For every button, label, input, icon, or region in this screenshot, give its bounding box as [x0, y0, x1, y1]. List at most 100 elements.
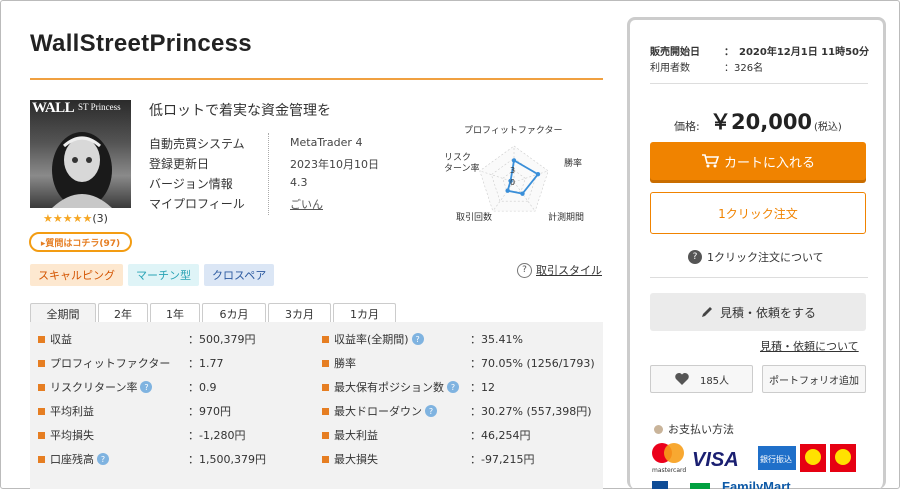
- right-stat-label: 最大ドローダウン?: [322, 403, 437, 419]
- bullet-square: [38, 407, 45, 415]
- stat-label-text: プロフィットファクター: [50, 357, 171, 370]
- help-icon[interactable]: ?: [97, 453, 109, 465]
- price-tax: (税込): [814, 122, 842, 133]
- tag-cross-pair[interactable]: クロスペア: [204, 264, 275, 286]
- left-stat-value: ：0.9: [188, 381, 217, 394]
- bank-transfer-text: 銀行振込: [760, 454, 792, 464]
- right-stat-value: ：35.41%: [470, 333, 523, 346]
- one-click-order-button[interactable]: 1クリック注文: [650, 192, 866, 234]
- question-icon: ?: [688, 250, 702, 264]
- right-stat-label: 収益率(全期間)?: [322, 331, 424, 347]
- mastercard-logo: mastercard: [652, 443, 686, 474]
- users-label: 利用者数: [650, 63, 690, 74]
- radar-axis-label: プロフィットファクター: [464, 125, 562, 136]
- product-tagline: 低ロットで着実な資金管理を: [149, 103, 331, 119]
- bullet-dot: [654, 424, 663, 434]
- radar-axis-label: 勝率: [564, 157, 582, 169]
- right-stat-value: ：-97,215円: [470, 453, 535, 466]
- add-to-cart-label: カートに入れる: [723, 155, 815, 171]
- question-badge[interactable]: ▸質問はコチラ(97): [29, 232, 132, 252]
- radar-point: [535, 172, 541, 177]
- add-to-cart-button[interactable]: カートに入れる: [650, 142, 866, 180]
- right-stat-label: 最大保有ポジション数?: [322, 379, 459, 395]
- help-icon[interactable]: ?: [425, 405, 437, 417]
- right-stat-label: 最大利益: [322, 427, 378, 443]
- stat-label-text: 勝率: [334, 357, 356, 370]
- spec-value-updated: 2023年10月10日: [290, 158, 379, 171]
- radar-point: [505, 188, 510, 193]
- stat-label-text: 収益: [50, 333, 72, 346]
- bullet-square: [322, 407, 329, 415]
- trade-style-help-link[interactable]: ? 取引スタイル: [517, 262, 602, 278]
- payment-logos: mastercard VISA 銀行振込 FamilyMart: [652, 443, 856, 489]
- radar-scale-label: 3: [510, 166, 515, 175]
- price-label: 価格:: [674, 120, 700, 133]
- bullet-square: [38, 455, 45, 463]
- stat-label-text: 平均利益: [50, 405, 94, 418]
- request-quote-label: 見積・依頼をする: [719, 305, 816, 320]
- spec-label-system: 自動売買システム: [149, 137, 245, 151]
- sale-start-value: ： 2020年12月1日 11時50分: [724, 47, 870, 58]
- title-divider: [30, 78, 603, 80]
- trade-style-label: 取引スタイル: [536, 264, 602, 277]
- left-stat-label: 口座残高?: [38, 451, 109, 467]
- visa-logo: VISA: [692, 449, 739, 471]
- radar-scale-label: 0: [510, 178, 515, 187]
- bullet-square: [38, 431, 45, 439]
- spec-label-updated: 登録更新日: [149, 157, 210, 171]
- add-portfolio-button[interactable]: ポートフォリオ追加: [762, 365, 866, 393]
- request-quote-button[interactable]: 見積・依頼をする: [650, 293, 866, 331]
- tag-martingale[interactable]: マーチン型: [128, 264, 199, 286]
- radar-axis-label: 取引回数: [456, 211, 492, 223]
- tab-2y[interactable]: 2年: [98, 303, 148, 323]
- tab-all[interactable]: 全期間: [30, 303, 96, 323]
- right-stat-value: ：46,254円: [470, 429, 531, 442]
- tag-scalping[interactable]: スキャルピング: [30, 264, 123, 286]
- help-icon[interactable]: ?: [411, 333, 424, 345]
- users-row: 利用者数 ：326名: [650, 59, 763, 74]
- help-icon[interactable]: ?: [140, 381, 153, 393]
- spec-value-profile-link[interactable]: ごいん: [290, 196, 323, 212]
- familymart-logo: FamilyMart: [722, 479, 791, 489]
- bullet-square: [322, 383, 329, 391]
- sidebar-divider-2: [650, 277, 868, 278]
- favorite-button[interactable]: 185人: [650, 365, 753, 393]
- left-stat-value: ：500,379円: [188, 333, 256, 346]
- payment-methods-title: お支払い方法: [654, 421, 734, 437]
- bullet-square: [322, 431, 329, 439]
- tab-1y[interactable]: 1年: [150, 303, 200, 323]
- stat-label-text: 最大損失: [334, 453, 378, 466]
- stat-label-text: 収益率(全期間): [334, 333, 409, 346]
- favorite-count: 185人: [699, 375, 730, 387]
- question-icon: ?: [517, 262, 532, 278]
- review-count: (3): [92, 212, 108, 225]
- stat-label-text: 平均損失: [50, 429, 94, 442]
- tab-3m[interactable]: 3カ月: [268, 303, 331, 323]
- bullet-square: [38, 335, 45, 343]
- product-image[interactable]: WALL ST Princess: [30, 100, 131, 208]
- stat-label-text: 口座残高: [50, 453, 94, 466]
- left-stat-value: ：-1,280円: [188, 429, 246, 442]
- radar-axis-label: ターン率: [444, 162, 480, 174]
- heart-icon: [675, 373, 689, 385]
- star-icons: ★★★★★: [43, 212, 93, 225]
- tab-1m[interactable]: 1カ月: [333, 303, 396, 323]
- left-stat-label: 収益: [38, 331, 72, 347]
- tab-6m[interactable]: 6カ月: [202, 303, 266, 323]
- product-logo-text: WALL: [32, 100, 75, 116]
- bullet-square: [322, 455, 329, 463]
- right-stat-value: ：12: [470, 381, 495, 394]
- stat-label-text: 最大保有ポジション数: [334, 381, 444, 394]
- familymart-mark: [690, 483, 710, 489]
- rating-stars[interactable]: ★★★★★(3): [43, 212, 108, 225]
- left-stat-label: プロフィットファクター: [38, 355, 170, 371]
- right-stat-label: 最大損失: [322, 451, 378, 467]
- jcb-logo: [652, 481, 668, 489]
- about-one-click-link[interactable]: ? 1クリック注文について: [688, 249, 824, 265]
- about-quote-link[interactable]: 見積・依頼について: [760, 338, 859, 354]
- daily-mark-1: [805, 449, 821, 465]
- help-icon[interactable]: ?: [447, 381, 459, 393]
- product-title: WallStreetPrincess: [30, 30, 252, 57]
- spec-label-version: バージョン情報: [149, 177, 233, 191]
- sidebar-divider: [650, 83, 868, 84]
